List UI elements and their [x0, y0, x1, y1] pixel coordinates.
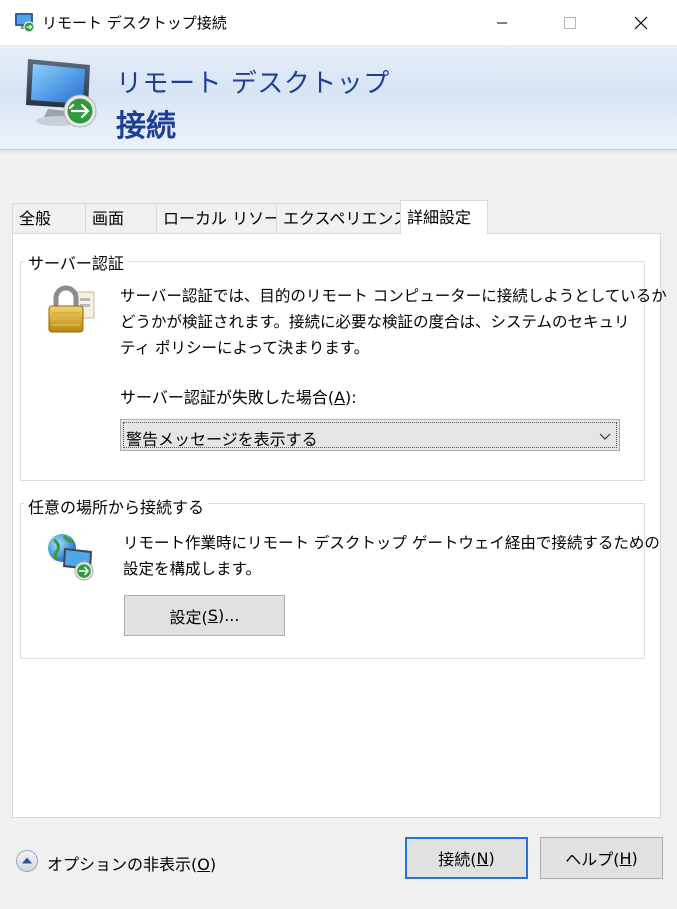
- link-text: オプションの非表示(: [47, 855, 198, 874]
- banner-separator: [0, 150, 677, 154]
- minimize-button[interactable]: [479, 0, 525, 45]
- globe-remote-icon: [48, 534, 94, 581]
- padlock-icon: [48, 285, 95, 333]
- link-text: ): [209, 855, 217, 874]
- hide-options-link[interactable]: オプションの非表示(O): [47, 851, 216, 875]
- access-key: N: [476, 848, 489, 868]
- description-line: リモート作業時にリモート デスクトップ ゲートウェイ経由で接続するための: [123, 534, 660, 552]
- banner-title-line1: リモート デスクトップ: [116, 69, 390, 99]
- minimize-icon: [497, 22, 507, 23]
- tab-general[interactable]: 全般: [12, 203, 87, 233]
- description-line: どうかが検証されます。接続に必要な検証の度合は、システムのセキュリ: [120, 313, 630, 331]
- tab-advanced[interactable]: 詳細設定: [400, 200, 488, 234]
- server-auth-title: サーバー認証: [24, 250, 128, 274]
- button-text: ): [631, 848, 638, 868]
- remote-desktop-icon: [26, 59, 97, 128]
- window-title: リモート デスクトップ接続: [42, 14, 227, 32]
- button-text: )...: [217, 606, 240, 625]
- button-text: 接続(: [438, 850, 477, 869]
- description-line: 設定を構成します。: [123, 560, 261, 578]
- gateway-settings-button[interactable]: 設定(S)...: [124, 595, 285, 636]
- button-text: 設定(: [169, 607, 208, 627]
- button-text: ヘルプ(: [565, 850, 620, 869]
- tab-experience[interactable]: エクスペリエンス: [276, 203, 409, 233]
- remote-desktop-icon: [15, 13, 35, 33]
- label-text: サーバー認証が失敗した場合(: [120, 388, 335, 407]
- connect-anywhere-description: リモート作業時にリモート デスクトップ ゲートウェイ経由で接続するための 設定を…: [123, 530, 660, 582]
- access-key: S: [207, 606, 218, 625]
- description-line: ティ ポリシーによって決まります。: [120, 339, 370, 357]
- maximize-button: [547, 0, 593, 45]
- connect-button[interactable]: 接続(N): [405, 837, 528, 879]
- auth-fail-label: サーバー認証が失敗した場合(A):: [120, 384, 357, 408]
- close-button[interactable]: [618, 0, 664, 45]
- button-text: ): [488, 848, 495, 868]
- label-text: ):: [345, 388, 357, 407]
- close-icon: [634, 16, 648, 29]
- tab-display[interactable]: 画面: [85, 203, 158, 233]
- description-line: サーバー認証では、目的のリモート コンピューターに接続しようとしているか: [120, 287, 667, 305]
- connect-anywhere-title: 任意の場所から接続する: [24, 494, 209, 518]
- server-auth-description: サーバー認証では、目的のリモート コンピューターに接続しようとしているか どうか…: [120, 283, 667, 361]
- access-key: H: [619, 848, 632, 868]
- help-button[interactable]: ヘルプ(H): [540, 837, 663, 879]
- maximize-icon: [564, 16, 576, 29]
- chevron-down-icon: [599, 433, 611, 440]
- chevron-up-circle-icon[interactable]: [15, 849, 39, 873]
- access-key: A: [334, 388, 346, 407]
- auth-fail-selected-value: 警告メッセージを表示する: [126, 430, 318, 449]
- access-key: O: [197, 855, 210, 874]
- banner-title-line2: 接続: [116, 109, 176, 144]
- tab-local-resources[interactable]: ローカル リソース: [156, 203, 295, 233]
